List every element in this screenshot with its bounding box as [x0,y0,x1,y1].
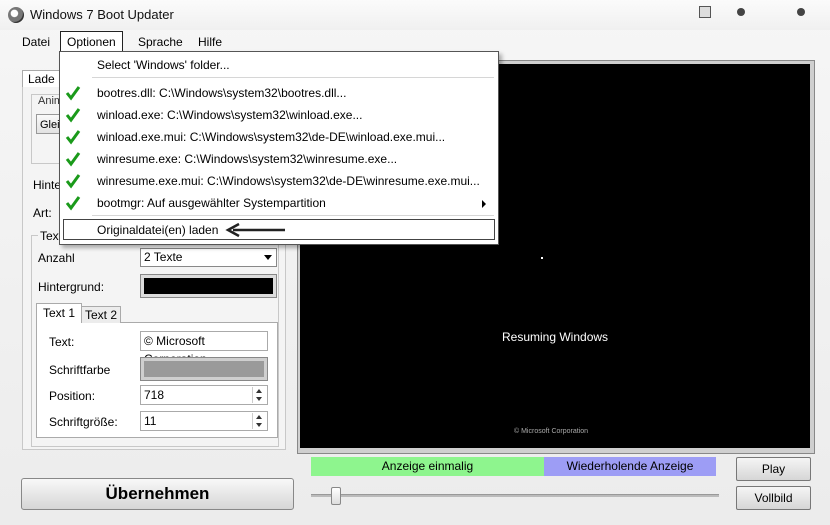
menu-hilfe[interactable]: Hilfe [192,35,228,49]
ubernehmen-button[interactable]: Übernehmen [21,478,294,510]
app-icon [8,7,24,23]
check-icon [65,86,81,101]
play-button[interactable]: Play [736,457,811,481]
schriftgroesse-value: 11 [144,414,157,428]
check-icon [65,152,81,167]
position-stepper[interactable]: 718 [140,385,268,405]
vollbild-button[interactable]: Vollbild [736,486,811,510]
tab-text-2[interactable]: Text 2 [81,306,121,323]
menu-item-bootmgr[interactable]: bootmgr: Auf ausgewählter Systempartitio… [97,196,326,210]
hintergrund-color-button[interactable] [140,274,277,298]
menu-item-original-laden[interactable]: Originaldatei(en) laden [97,223,218,237]
schriftfarbe-color-button[interactable] [140,357,268,381]
close-icon[interactable] [797,8,805,16]
wiederholende-anzeige-bar[interactable]: Wiederholende Anzeige [544,457,716,476]
preview-resume-text: Resuming Windows [502,330,609,344]
menu-item-winload[interactable]: winload.exe: C:\Windows\system32\winload… [97,108,362,122]
spinner-arrows-icon[interactable] [252,413,266,429]
anzeige-einmalig-bar[interactable]: Anzeige einmalig [311,457,544,476]
preview-slider-track[interactable] [311,494,719,497]
app-window: Windows 7 Boot Updater Datei Optionen Sp… [0,0,830,525]
color-swatch [144,278,273,294]
menu-item-select-windows[interactable]: Select 'Windows' folder... [97,58,230,72]
restore-icon[interactable] [699,6,711,18]
menu-separator [92,215,494,216]
menu-optionen[interactable]: Optionen [60,31,123,52]
menu-datei[interactable]: Datei [16,35,56,49]
submenu-arrow-icon [482,200,486,208]
pointer-arrow-icon [225,222,285,238]
anzahl-value: 2 Texte [144,250,183,264]
menu-sprache[interactable]: Sprache [132,35,189,49]
spinner-arrows-icon[interactable] [252,387,266,403]
schriftgroesse-label: Schriftgröße: [49,415,118,429]
preview-dot [541,257,543,259]
schriftgroesse-stepper[interactable]: 11 [140,411,268,431]
window-title: Windows 7 Boot Updater [30,7,174,22]
hintergrund-label: Hintergrund: [38,280,105,294]
preview-slider-thumb[interactable] [331,487,342,505]
menu-item-winresume[interactable]: winresume.exe: C:\Windows\system32\winre… [97,152,397,166]
menu-separator [92,77,494,78]
check-icon [65,196,81,211]
position-label: Position: [49,389,96,403]
check-icon [65,130,81,145]
menu-item-bootres[interactable]: bootres.dll: C:\Windows\system32\bootres… [97,86,346,100]
art-label: Art: [33,206,52,220]
menu-bar: Datei Optionen Sprache Hilfe [0,31,830,53]
minimize-icon[interactable] [737,8,745,16]
color-swatch [144,361,264,377]
anzahl-label: Anzahl [38,251,75,265]
chevron-down-icon [264,255,272,260]
anzahl-dropdown[interactable]: 2 Texte [140,248,277,267]
schriftfarbe-label: Schriftfarbe [49,363,111,377]
preview-copyright: © Microsoft Corporation [514,428,589,435]
title-bar: Windows 7 Boot Updater [0,0,830,30]
text-label: Text: [49,335,75,349]
check-icon [65,108,81,123]
optionen-dropdown: Select 'Windows' folder... bootres.dll: … [59,51,499,245]
menu-item-winresume-mui[interactable]: winresume.exe.mui: C:\Windows\system32\d… [97,174,480,188]
tab-text-1[interactable]: Text 1 [36,303,82,323]
text-input[interactable]: © Microsoft Corporation [140,331,268,366]
position-value: 718 [144,388,165,402]
check-icon [65,174,81,189]
menu-item-winload-mui[interactable]: winload.exe.mui: C:\Windows\system32\de-… [97,130,445,144]
